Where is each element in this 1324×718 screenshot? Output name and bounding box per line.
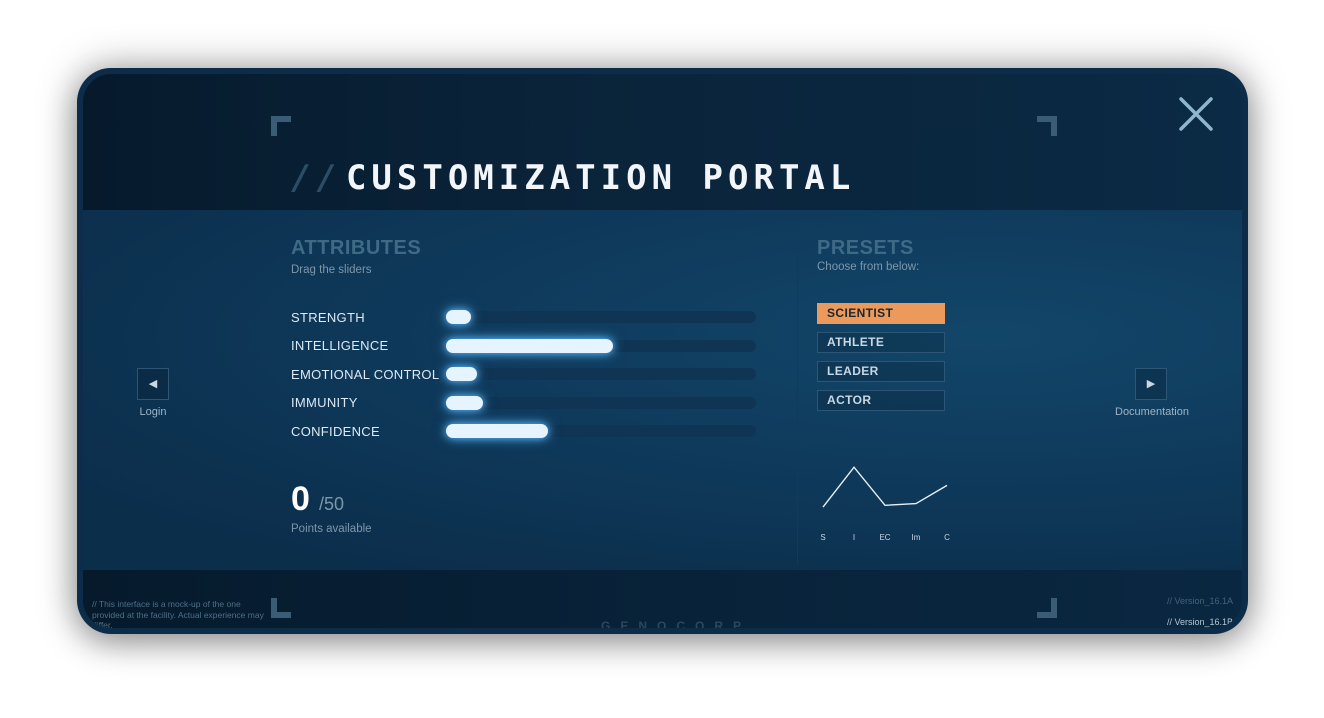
slider-handle-strength[interactable] [446, 310, 471, 324]
chart-series-line [822, 466, 948, 508]
attribute-label-confidence: CONFIDENCE [291, 424, 380, 439]
slider-track-confidence[interactable] [446, 424, 756, 438]
points-available-value: 0 [291, 480, 310, 518]
points-caption: Points available [291, 523, 372, 535]
slider-handle-emotional-control[interactable] [446, 367, 477, 381]
page-title: //CUSTOMIZATION PORTAL [291, 158, 855, 198]
frame-corner-bottom-left [271, 598, 291, 618]
close-icon[interactable] [1176, 94, 1216, 134]
attribute-label-immunity: IMMUNITY [291, 395, 358, 410]
nav-right-button[interactable]: ▶ [1135, 368, 1167, 400]
disclaimer-text: // This interface is a mock-up of the on… [92, 599, 264, 628]
frame-corner-top-right [1037, 116, 1057, 136]
slider-track-intelligence[interactable] [446, 339, 756, 353]
slider-track-emotional-control[interactable] [446, 367, 756, 381]
preset-button-leader[interactable]: LEADER [817, 361, 945, 382]
portal-window: //CUSTOMIZATION PORTAL ATTRIBUTES Drag t… [77, 68, 1248, 634]
chart-tick-label: C [944, 533, 950, 542]
points-max: /50 [319, 494, 345, 514]
attribute-label-intelligence: INTELLIGENCE [291, 338, 389, 353]
preset-button-scientist[interactable]: SCIENTIST [817, 303, 945, 324]
chart-tick-label: I [853, 533, 855, 542]
content-band [83, 210, 1242, 570]
chart-tick-label: Im [912, 533, 921, 542]
nav-right-label[interactable]: Documentation [1106, 406, 1198, 418]
attribute-line-chart: S I EC Im C [820, 466, 950, 542]
presets-subheading: Choose from below: [817, 261, 920, 273]
brand-wordmark: GENOCORP [601, 619, 752, 628]
frame-corner-top-left [271, 116, 291, 136]
preset-button-actor[interactable]: ACTOR [817, 390, 945, 411]
chart-tick-label: EC [879, 533, 890, 542]
slider-track-immunity[interactable] [446, 396, 756, 410]
preset-button-athlete[interactable]: ATHLETE [817, 332, 945, 353]
portal-screen: //CUSTOMIZATION PORTAL ATTRIBUTES Drag t… [83, 74, 1242, 628]
title-slashes: // [291, 158, 342, 198]
title-text: CUSTOMIZATION PORTAL [345, 158, 856, 198]
attribute-label-emotional-control: EMOTIONAL CONTROL [291, 367, 440, 382]
nav-left-label[interactable]: Login [123, 406, 183, 418]
presets-heading: PRESETS [817, 237, 914, 259]
arrow-left-icon: ◀ [148, 377, 158, 390]
slider-handle-immunity[interactable] [446, 396, 483, 410]
attributes-subheading: Drag the sliders [291, 264, 372, 276]
version-label-b: // Version_16.1B [1166, 617, 1233, 627]
slider-handle-confidence[interactable] [446, 424, 548, 438]
version-label-a: // Version_16.1A [1166, 596, 1233, 606]
nav-left-button[interactable]: ◀ [137, 368, 169, 400]
attribute-label-strength: STRENGTH [291, 310, 365, 325]
frame-corner-bottom-right [1037, 598, 1057, 618]
slider-handle-intelligence[interactable] [446, 339, 613, 353]
chart-tick-label: S [820, 533, 825, 542]
slider-track-strength[interactable] [446, 310, 756, 324]
section-divider [797, 214, 798, 564]
arrow-right-icon: ▶ [1146, 377, 1156, 390]
attributes-heading: ATTRIBUTES [291, 237, 422, 259]
